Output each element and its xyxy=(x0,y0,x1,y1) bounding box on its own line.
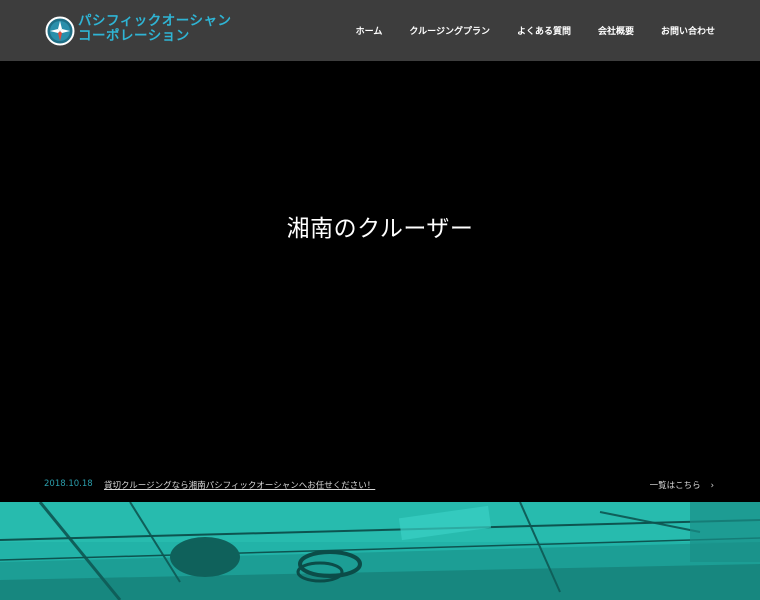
boat-deck-image xyxy=(0,502,760,600)
hero-title: 湘南のクルーザー xyxy=(286,216,474,242)
boat-photo-section xyxy=(0,502,760,600)
brand-name: パシフィックオーシャン コーポレーション xyxy=(78,14,231,44)
main-nav: ホーム クルージングプラン よくある質問 会社概要 お問い合わせ xyxy=(329,0,715,61)
nav-item-home[interactable]: ホーム xyxy=(356,24,383,37)
nav-item-cruising-plan[interactable]: クルージングプラン xyxy=(409,24,490,37)
brand-name-line2: コーポレーション xyxy=(78,28,190,44)
nav-item-company[interactable]: 会社概要 xyxy=(598,24,634,37)
nav-item-faq[interactable]: よくある質問 xyxy=(517,24,571,37)
brand-name-line1: パシフィックオーシャン xyxy=(78,13,232,29)
compass-logo-icon xyxy=(45,16,75,46)
site-header: パシフィックオーシャン コーポレーション ホーム クルージングプラン よくある質… xyxy=(0,0,760,61)
hero-section: 湘南のクルーザー xyxy=(0,61,760,471)
news-headline-link[interactable]: 貸切クルージングなら湘南パシフィックオーシャンへお任せください！ xyxy=(104,479,375,491)
news-date: 2018.10.18 xyxy=(44,479,93,489)
chevron-right-icon: › xyxy=(710,481,714,491)
site-logo[interactable]: パシフィックオーシャン コーポレーション xyxy=(45,13,235,49)
news-ticker: 2018.10.18 貸切クルージングなら湘南パシフィックオーシャンへお任せくだ… xyxy=(0,471,760,502)
news-list-link[interactable]: 一覧はこちら › xyxy=(650,479,714,491)
news-list-label: 一覧はこちら xyxy=(649,481,701,491)
nav-item-contact[interactable]: お問い合わせ xyxy=(661,24,715,37)
